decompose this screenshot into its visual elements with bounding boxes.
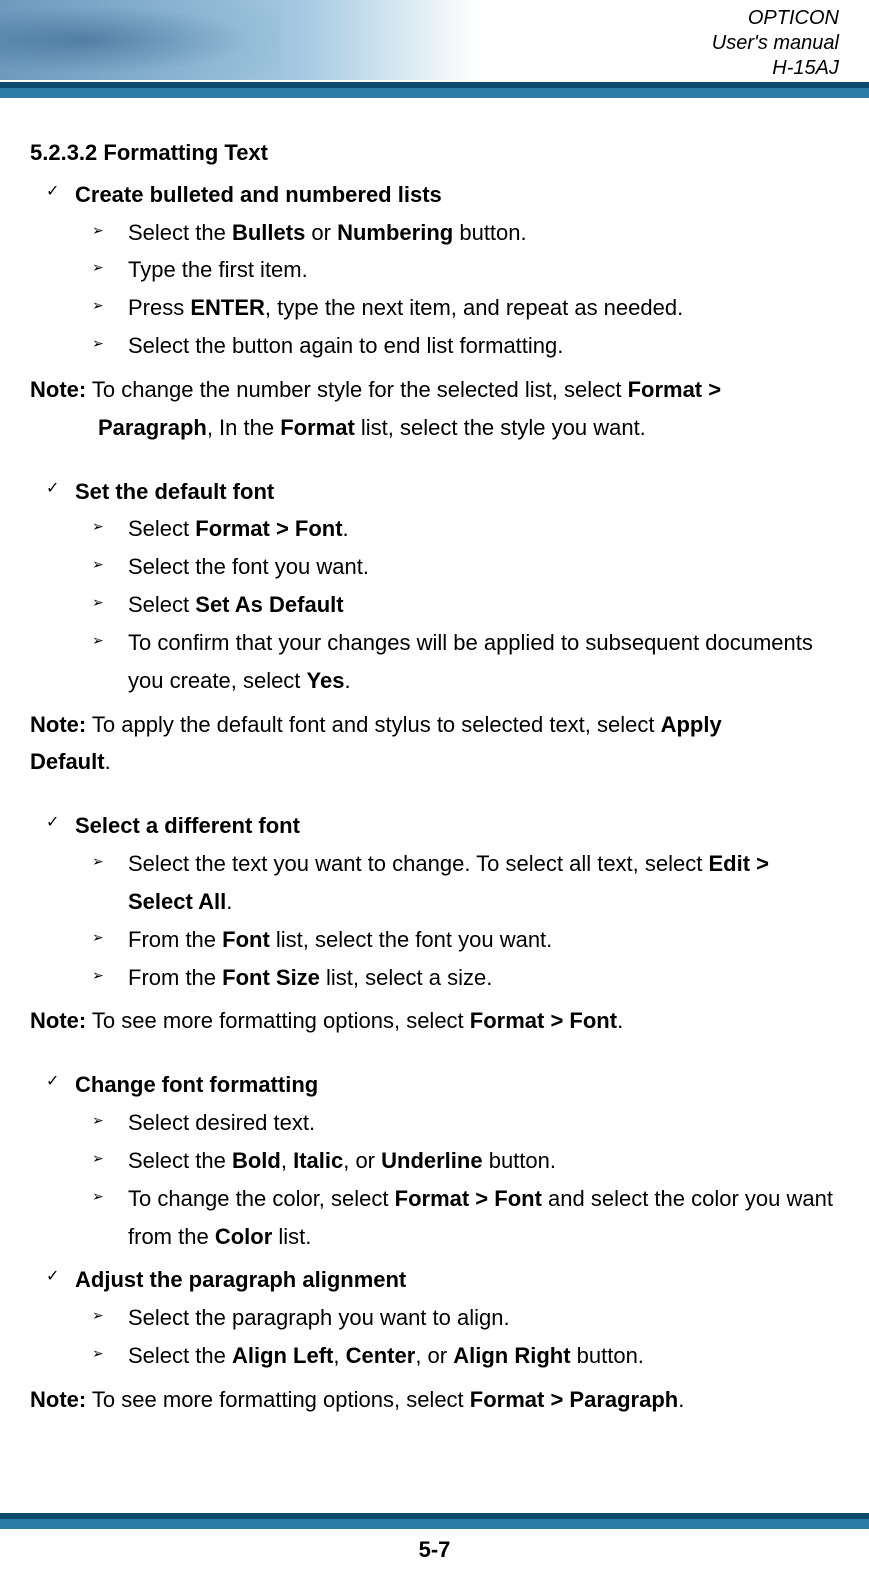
- note-cont: Default.: [30, 743, 839, 781]
- section-number: 5.2.3.2: [30, 140, 97, 165]
- header-text: OPTICON User's manual H-15AJ: [712, 6, 839, 81]
- list-item: Press ENTER, type the next item, and rep…: [30, 289, 839, 327]
- footer-rule-light: [0, 1519, 869, 1529]
- list-item: From the Font list, select the font you …: [30, 921, 839, 959]
- header-line-3: H-15AJ: [712, 56, 839, 81]
- topic-heading: Adjust the paragraph alignment: [30, 1261, 839, 1299]
- topic-heading: Select a different font: [30, 807, 839, 845]
- list-item: Select Format > Font.: [30, 510, 839, 548]
- list-item: Select the text you want to change. To s…: [30, 845, 839, 921]
- note: Note: To change the number style for the…: [30, 371, 839, 409]
- topic-heading: Create bulleted and numbered lists: [30, 176, 839, 214]
- list-item: From the Font Size list, select a size.: [30, 959, 839, 997]
- note-cont: Paragraph, In the Format list, select th…: [30, 409, 839, 447]
- list-item: Type the first item.: [30, 251, 839, 289]
- page-header: OPTICON User's manual H-15AJ: [0, 0, 869, 100]
- list-item: Select the Align Left, Center, or Align …: [30, 1337, 839, 1375]
- header-line-2: User's manual: [712, 31, 839, 56]
- page-footer: [0, 1513, 869, 1529]
- list-item: Select the Bold, Italic, or Underline bu…: [30, 1142, 839, 1180]
- header-line-1: OPTICON: [712, 6, 839, 31]
- note: Note: To see more formatting options, se…: [30, 1381, 839, 1419]
- header-rule-light: [0, 88, 869, 98]
- list-item: Select desired text.: [30, 1104, 839, 1142]
- section-title: Formatting Text: [103, 140, 268, 165]
- list-item: Select the paragraph you want to align.: [30, 1299, 839, 1337]
- list-item: To confirm that your changes will be app…: [30, 624, 839, 700]
- page-content: 5.2.3.2 Formatting Text Create bulleted …: [0, 100, 869, 1419]
- section-heading: 5.2.3.2 Formatting Text: [30, 134, 839, 172]
- list-item: Select the font you want.: [30, 548, 839, 586]
- topic-heading: Change font formatting: [30, 1066, 839, 1104]
- list-item: To change the color, select Format > Fon…: [30, 1180, 839, 1256]
- page-number: 5-7: [0, 1537, 869, 1563]
- list-item: Select Set As Default: [30, 586, 839, 624]
- list-item: Select the Bullets or Numbering button.: [30, 214, 839, 252]
- note: Note: To apply the default font and styl…: [30, 706, 839, 744]
- topic-heading: Set the default font: [30, 473, 839, 511]
- note: Note: To see more formatting options, se…: [30, 1002, 839, 1040]
- list-item: Select the button again to end list form…: [30, 327, 839, 365]
- header-graphic: [0, 0, 280, 80]
